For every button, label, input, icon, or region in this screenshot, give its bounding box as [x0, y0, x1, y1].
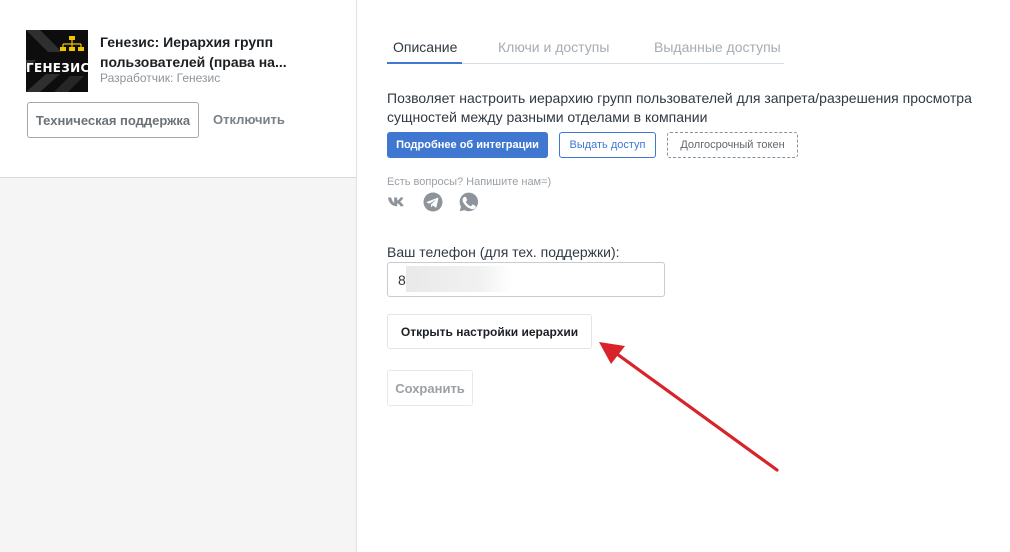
tech-support-button[interactable]: Техническая поддержка: [27, 102, 199, 138]
app-developer: Разработчик: Генезис: [100, 71, 221, 85]
annotation-arrow-icon: [599, 342, 779, 472]
app-info-card: ГЕНЕЗИС Генезис: Иерархия групп пользова…: [0, 0, 356, 178]
logo-text: ГЕНЕЗИС: [26, 61, 88, 75]
tab-keys-access[interactable]: Ключи и доступы: [498, 39, 609, 55]
grant-access-button[interactable]: Выдать доступ: [559, 132, 656, 158]
save-button[interactable]: Сохранить: [387, 370, 473, 406]
long-token-button[interactable]: Долгосрочный токен: [667, 132, 798, 158]
questions-text: Есть вопросы? Напишите нам=): [387, 176, 552, 188]
phone-label: Ваш телефон (для тех. поддержки):: [387, 244, 620, 260]
more-info-button[interactable]: Подробнее об интеграции: [387, 132, 548, 158]
whatsapp-icon[interactable]: [459, 192, 479, 212]
active-tab-indicator: [387, 62, 462, 64]
app-title: Генезис: Иерархия групп пользователей (п…: [100, 34, 287, 70]
app-logo: ГЕНЕЗИС: [26, 30, 88, 92]
vk-icon[interactable]: [387, 192, 407, 212]
open-hierarchy-settings-button[interactable]: Открыть настройки иерархии: [387, 314, 592, 349]
integration-description: Позволяет настроить иерархию групп польз…: [387, 90, 972, 125]
tab-description[interactable]: Описание: [393, 39, 457, 55]
disable-button[interactable]: Отключить: [213, 112, 285, 127]
left-panel: ГЕНЕЗИС Генезис: Иерархия групп пользова…: [0, 0, 357, 552]
telegram-icon[interactable]: [423, 192, 443, 212]
tabs-bar: Описание Ключи и доступы Выданные доступ…: [387, 30, 784, 64]
phone-blur-mask: [406, 266, 512, 292]
tab-issued-access[interactable]: Выданные доступы: [654, 39, 781, 55]
